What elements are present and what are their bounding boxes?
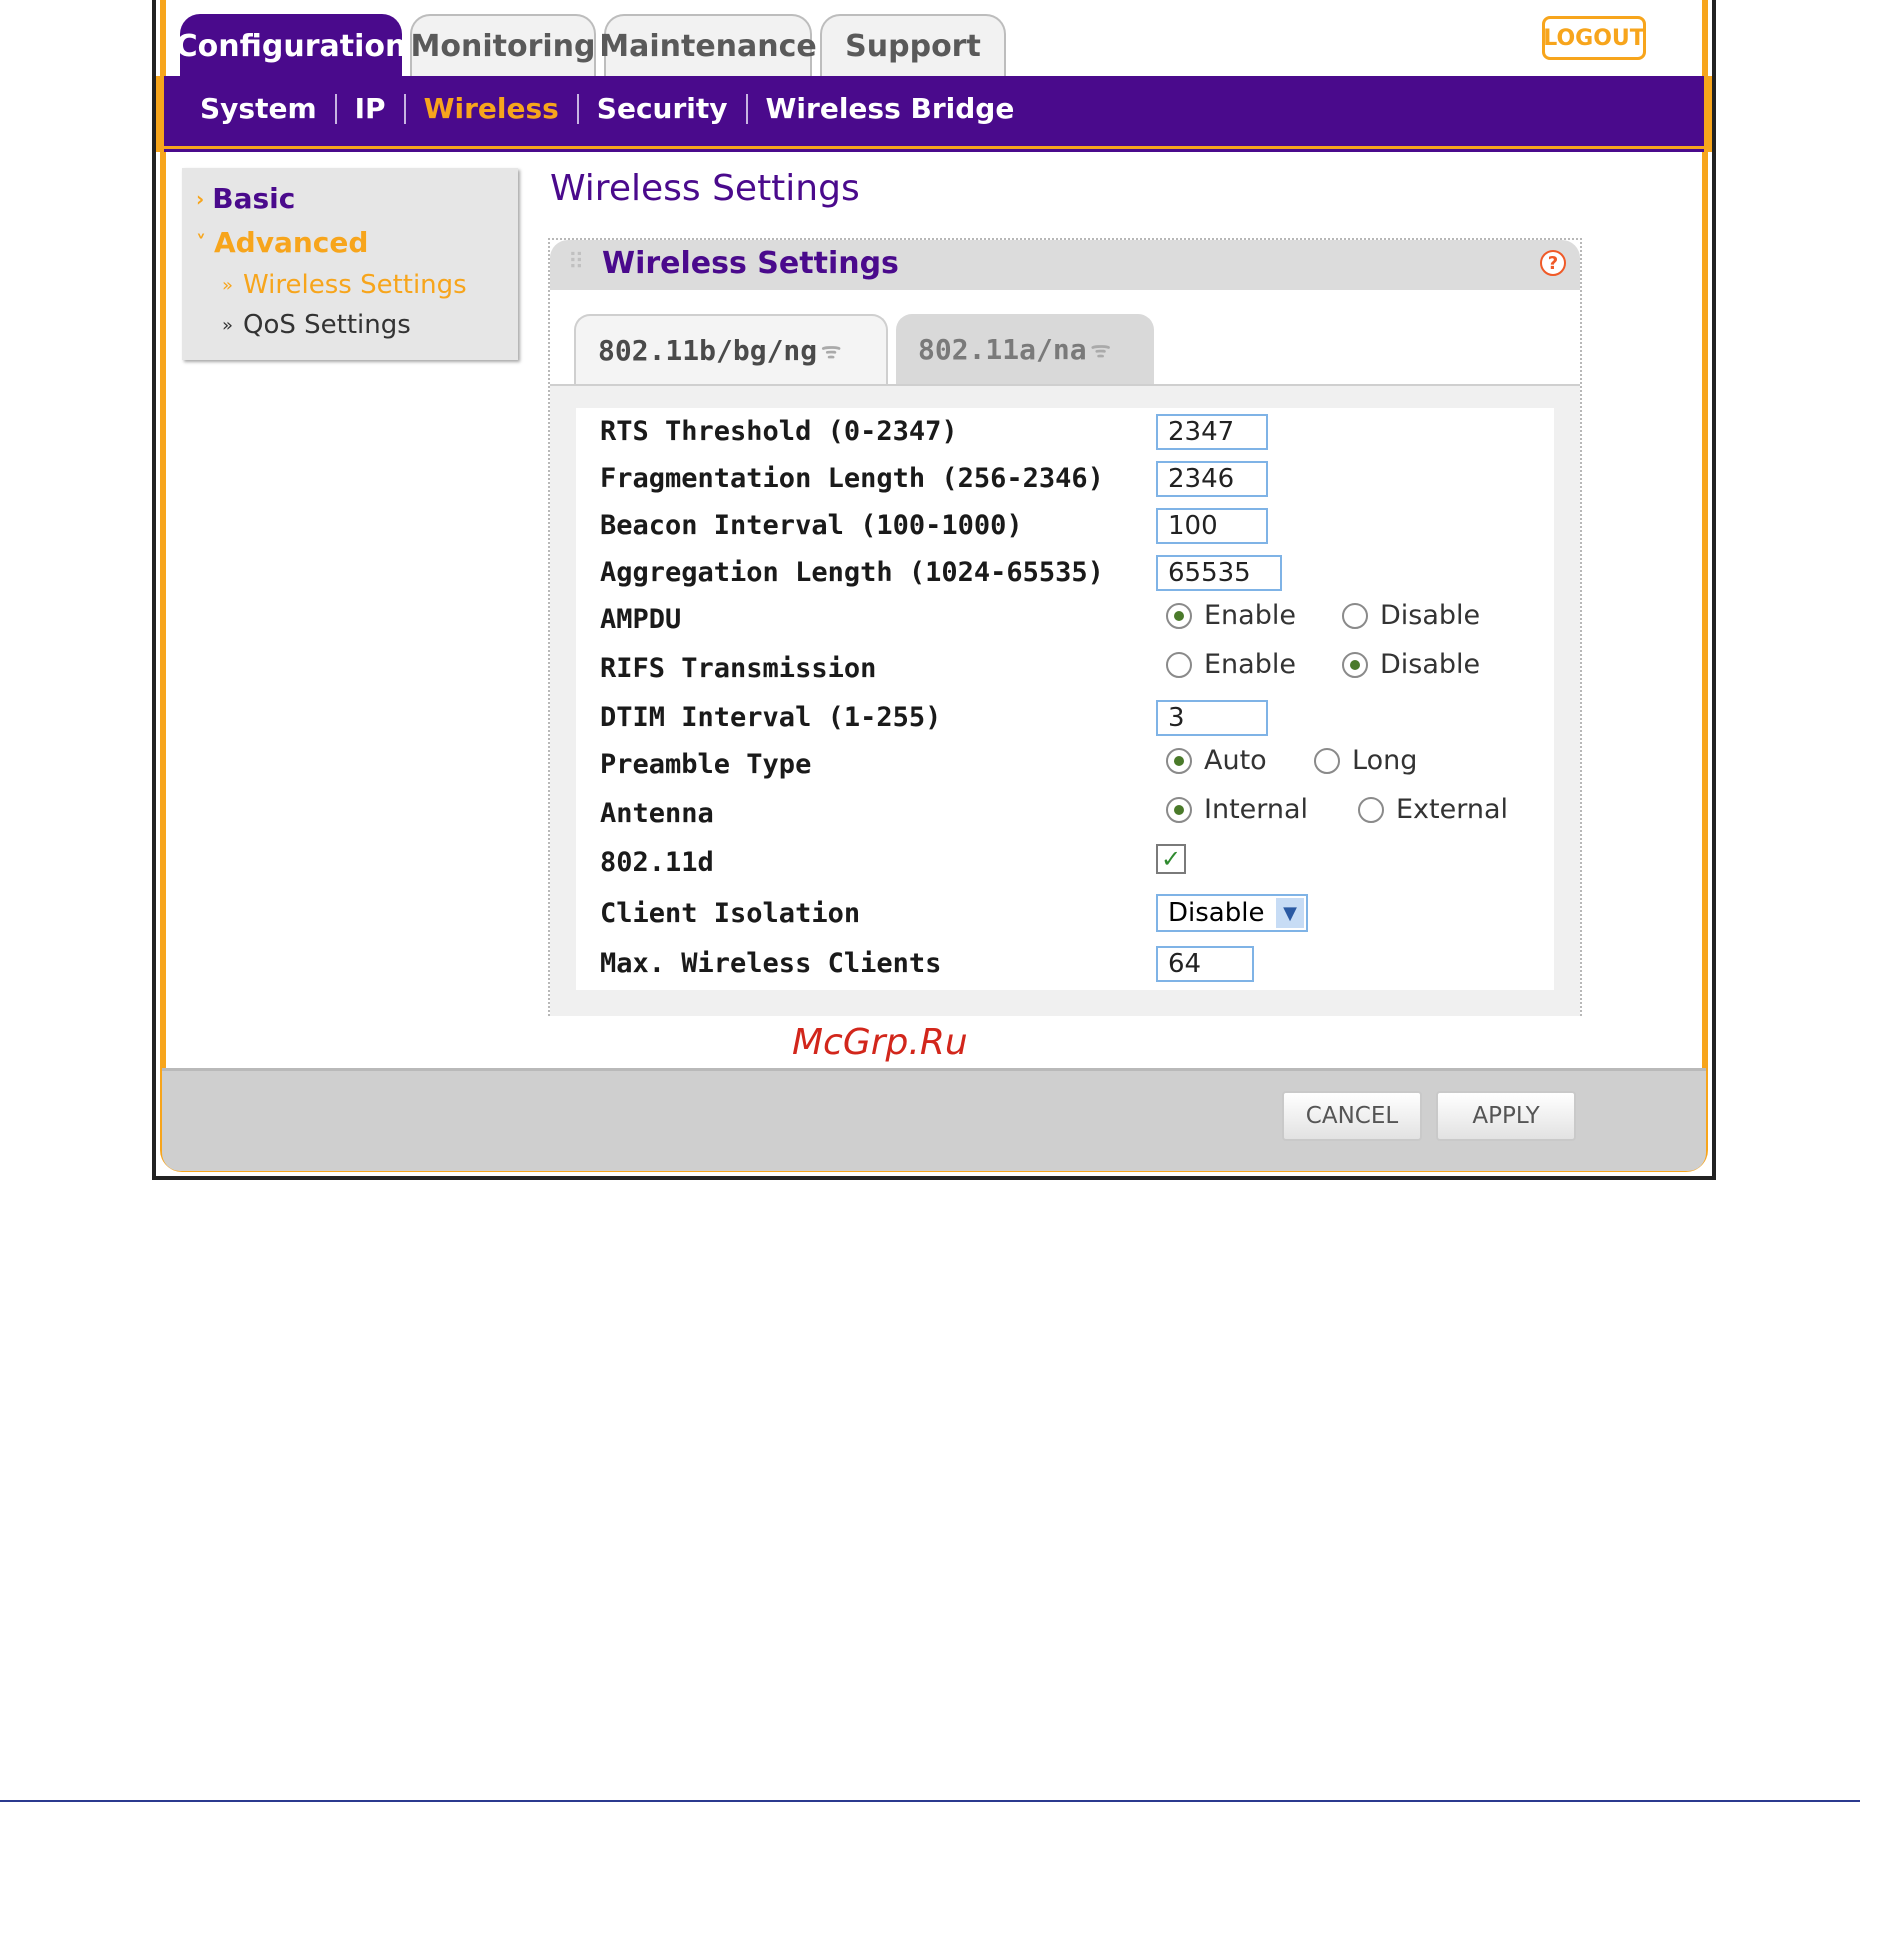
radio-label: Long [1352, 745, 1418, 776]
rts-threshold-input[interactable]: 2347 [1156, 414, 1268, 450]
beacon-interval-input[interactable]: 100 [1156, 508, 1268, 544]
select-value: Disable [1168, 898, 1265, 928]
sidebar-item-basic[interactable]: › Basic [196, 182, 295, 215]
ampdu-disable-radio[interactable]: Disable [1342, 600, 1480, 631]
antenna-label: Antenna [600, 798, 714, 829]
client-isolation-label: Client Isolation [600, 898, 861, 929]
radio-label: External [1396, 794, 1509, 825]
sidebar-item-label: Basic [212, 182, 296, 215]
radio-unselected-icon [1314, 747, 1340, 774]
radio-label: Disable [1380, 600, 1481, 631]
cancel-button[interactable]: CANCEL [1282, 1091, 1422, 1141]
radio-selected-icon [1166, 602, 1192, 629]
sidebar-item-qos-settings[interactable]: » QoS Settings [222, 310, 411, 340]
dtim-interval-label: DTIM Interval (1-255) [600, 702, 942, 733]
ampdu-label: AMPDU [600, 604, 682, 635]
settings-form: RTS Threshold (0-2347) 2347 Fragmentatio… [576, 408, 1554, 1063]
checkmark-icon: ✓ [1160, 845, 1182, 873]
nav-ip[interactable]: IP [337, 92, 404, 125]
radio-selected-icon [1166, 747, 1192, 774]
radio-label: Auto [1204, 745, 1267, 776]
wireless-settings-panel: ⠿ Wireless Settings ? 802.11b/bg/ng ᯤ 80… [548, 238, 1582, 1063]
radio-label: Enable [1204, 600, 1296, 631]
tab-support[interactable]: Support [820, 14, 1006, 76]
tab-label: 802.11a/na [918, 332, 1087, 366]
radio-label: Enable [1204, 649, 1296, 680]
logout-button[interactable]: LOGOUT [1542, 16, 1646, 60]
ampdu-enable-radio[interactable]: Enable [1166, 600, 1296, 631]
watermark: McGrp.Ru [792, 1022, 968, 1063]
rifs-disable-radio[interactable]: Disable [1342, 649, 1480, 680]
rifs-enable-radio[interactable]: Enable [1166, 649, 1296, 680]
preamble-type-label: Preamble Type [600, 749, 812, 780]
max-wireless-clients-input[interactable]: 64 [1156, 946, 1254, 982]
drag-grip-icon: ⠿ [568, 250, 585, 275]
chevron-right-icon: › [196, 186, 205, 211]
antenna-internal-radio[interactable]: Internal [1166, 794, 1308, 825]
nav-security[interactable]: Security [579, 92, 746, 125]
rts-threshold-label: RTS Threshold (0-2347) [600, 416, 958, 447]
page-title: Wireless Settings [550, 168, 860, 209]
radio-label: Internal [1204, 794, 1309, 825]
max-wireless-clients-label: Max. Wireless Clients [600, 948, 942, 979]
panel-header: ⠿ Wireless Settings ? [550, 240, 1580, 290]
radio-unselected-icon [1358, 796, 1384, 823]
double-chevron-icon: » [222, 314, 234, 336]
wifi-icon: ᯤ [821, 339, 842, 364]
tab-configuration[interactable]: Configuration [176, 14, 406, 76]
dtim-interval-input[interactable]: 3 [1156, 700, 1268, 736]
wifi-icon: ᯤ [1090, 338, 1111, 363]
chevron-down-icon: ˅ [196, 230, 206, 255]
fragmentation-length-label: Fragmentation Length (256-2346) [600, 463, 1104, 494]
tab-monitoring[interactable]: Monitoring [410, 14, 596, 76]
sidebar-item-label: Advanced [214, 226, 369, 259]
apply-button[interactable]: APPLY [1436, 1091, 1576, 1141]
sub-nav-bar: System IP Wireless Security Wireless Bri… [156, 76, 1712, 152]
content-top-border [156, 146, 1712, 163]
client-isolation-select[interactable]: Disable ▼ [1156, 894, 1308, 932]
aggregation-length-input[interactable]: 65535 [1156, 555, 1282, 591]
tab-label: 802.11b/bg/ng [598, 333, 818, 367]
panel-title: Wireless Settings [602, 246, 899, 281]
tab-maintenance[interactable]: Maintenance [599, 14, 817, 76]
router-admin-window: Configuration Monitoring Maintenance Sup… [152, 0, 1716, 1180]
bottom-action-bar: CANCEL APPLY [162, 1068, 1706, 1171]
radio-selected-icon [1166, 796, 1192, 823]
nav-system[interactable]: System [182, 92, 335, 125]
aggregation-length-label: Aggregation Length (1024-65535) [600, 557, 1104, 588]
fragmentation-length-input[interactable]: 2346 [1156, 461, 1268, 497]
rifs-transmission-label: RIFS Transmission [600, 653, 877, 684]
sidebar-item-label: Wireless Settings [243, 270, 467, 300]
80211d-checkbox[interactable]: ✓ [1156, 844, 1186, 874]
double-chevron-icon: » [222, 274, 234, 296]
sidebar-item-wireless-settings[interactable]: » Wireless Settings [222, 270, 467, 300]
sidebar: › Basic ˅ Advanced » Wireless Settings »… [182, 168, 518, 360]
sidebar-item-label: QoS Settings [243, 310, 411, 340]
help-icon[interactable]: ? [1540, 250, 1566, 276]
sidebar-item-advanced[interactable]: ˅ Advanced [196, 226, 368, 259]
antenna-external-radio[interactable]: External [1358, 794, 1508, 825]
tab-80211ana[interactable]: 802.11a/na ᯤ [896, 314, 1154, 384]
nav-wireless-bridge[interactable]: Wireless Bridge [748, 92, 1033, 125]
80211d-label: 802.11d [600, 847, 714, 878]
preamble-long-radio[interactable]: Long [1314, 745, 1417, 776]
radio-unselected-icon [1166, 651, 1192, 678]
page-divider-line [0, 1800, 1860, 1802]
preamble-auto-radio[interactable]: Auto [1166, 745, 1267, 776]
radio-selected-icon [1342, 651, 1368, 678]
chevron-down-icon: ▼ [1276, 898, 1304, 928]
beacon-interval-label: Beacon Interval (100-1000) [600, 510, 1023, 541]
radio-unselected-icon [1342, 602, 1368, 629]
radio-label: Disable [1380, 649, 1481, 680]
tab-80211bgng[interactable]: 802.11b/bg/ng ᯤ [574, 314, 888, 384]
nav-wireless[interactable]: Wireless [406, 92, 577, 125]
